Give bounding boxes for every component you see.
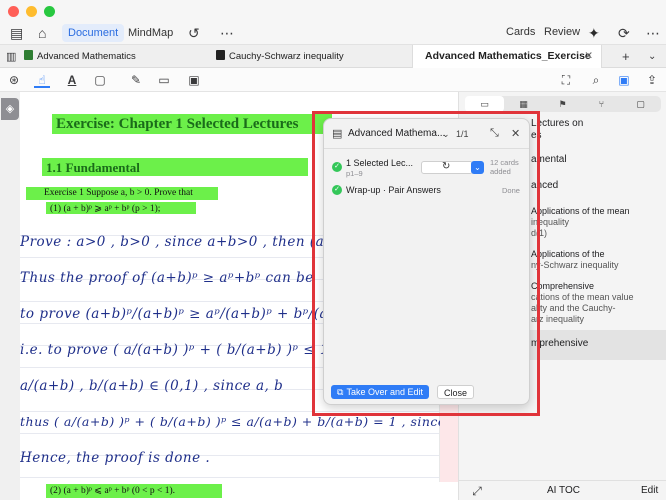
rectangle-select-icon[interactable]: ▢ bbox=[92, 72, 108, 88]
toc-tab-icon[interactable]: ▭ bbox=[465, 96, 504, 112]
split-view-icon[interactable]: ▥ bbox=[6, 48, 16, 66]
toc-item[interactable]: anced bbox=[531, 180, 558, 191]
tab-bar: ▥ Advanced Mathematics Cauchy-Schwarz in… bbox=[0, 44, 666, 68]
toc-item[interactable]: Lectures on bbox=[531, 118, 583, 129]
ai-toc-button[interactable]: AI TOC bbox=[547, 485, 580, 496]
card-generation-panel: ▤ Advanced Mathema... ⌄ 1/1 ⤡ ✕ ✓ 1 Sele… bbox=[323, 118, 530, 405]
document-icon: ▤ bbox=[332, 128, 343, 140]
exercise-1-text: Exercise 1 Suppose a, b > 0. Prove that bbox=[44, 188, 193, 198]
grid-tab-icon[interactable]: ▦ bbox=[504, 96, 543, 112]
close-button[interactable]: Close bbox=[437, 385, 475, 399]
refresh-icon: ↻ bbox=[442, 161, 451, 172]
toc-item-sub: es bbox=[531, 130, 542, 141]
task-pages: p1–9 bbox=[346, 169, 363, 178]
refresh-button[interactable]: ↻ bbox=[421, 161, 473, 174]
more-icon[interactable]: ⋯ bbox=[220, 24, 234, 42]
tab-advanced-mathematics-exercise[interactable]: Advanced Mathematics_Exercise ✕ bbox=[412, 45, 602, 68]
textbox-icon[interactable]: ▭ bbox=[156, 72, 172, 88]
sidebar-segmented-control: ▭ ▦ ⚑ ⑂ ▢ bbox=[465, 96, 661, 112]
handwriting-line: Hence, the proof is done . bbox=[20, 450, 211, 466]
handwriting-line: a/(a+b) , b/(a+b) ∈ (0,1) , since a, b bbox=[20, 378, 284, 394]
handwriting-line: thus ( a/(a+b) )ᵖ + ( b/(a+b) )ᵖ ≤ a/(a+… bbox=[20, 414, 458, 429]
task-row[interactable]: ✓ Wrap-up · Pair Answers Done bbox=[324, 185, 529, 201]
task-row[interactable]: ✓ 1 Selected Lec... p1–9 ↻ ⌄ 12 cards ad… bbox=[324, 157, 529, 181]
handwriting-line: Thus the proof of (a+b)ᵖ ≥ aᵖ+bᵖ can be bbox=[20, 270, 314, 286]
toc-item[interactable]: mprehensive bbox=[531, 338, 588, 349]
sync-icon[interactable]: ⟳ bbox=[618, 24, 630, 42]
left-strip: ◈ bbox=[0, 92, 20, 500]
chevron-down-icon[interactable]: ⌄ bbox=[442, 129, 450, 140]
done-status: Done bbox=[502, 186, 520, 195]
chevron-down-icon[interactable]: ⌄ bbox=[471, 161, 484, 174]
comment-tab-icon[interactable]: ▢ bbox=[621, 96, 660, 112]
close-icon[interactable]: ✕ bbox=[511, 127, 520, 140]
text-tool-icon[interactable]: A bbox=[64, 72, 80, 88]
document-icon bbox=[216, 50, 225, 60]
tab-document[interactable]: Document bbox=[62, 24, 125, 42]
home-icon[interactable]: ⌂ bbox=[38, 24, 46, 42]
section-title: 1.1 Fundamental bbox=[46, 160, 140, 175]
exercise-title: Exercise: Chapter 1 Selected Lectures bbox=[56, 116, 299, 132]
tab-cauchy-schwarz[interactable]: Cauchy-Schwarz inequality bbox=[216, 45, 408, 68]
fullscreen-icon[interactable]: ⛶ bbox=[558, 72, 574, 88]
sparkle-icon[interactable]: ✦ bbox=[588, 24, 600, 42]
chevron-down-icon[interactable]: ⌄ bbox=[648, 48, 656, 66]
toc-item[interactable]: Applications of the mean bbox=[531, 206, 630, 217]
book-icon bbox=[24, 50, 33, 60]
close-tab-icon[interactable]: ✕ bbox=[584, 45, 593, 68]
share-icon[interactable]: ⇪ bbox=[644, 72, 660, 88]
toc-item-sub: ality and the Cauchy- bbox=[531, 303, 616, 313]
check-icon: ✓ bbox=[332, 162, 342, 172]
sidebar-footer: ⤢ AI TOC Edit bbox=[459, 480, 666, 500]
annotation-toolbar: ⊛ ☝ A ▢ ✎ ▭ ▣ ⛶ ⌕ ▣ ⇪ bbox=[0, 68, 666, 92]
exercise-1-part-2: (2) (a + b)ᵖ ⩽ aᵖ + bᵖ (0 < p < 1). bbox=[50, 486, 176, 496]
close-window-button[interactable] bbox=[8, 6, 19, 17]
tab-mindmap[interactable]: MindMap bbox=[122, 24, 179, 42]
hand-pointer-icon[interactable]: ☝ bbox=[34, 72, 50, 88]
edit-button[interactable]: Edit bbox=[641, 485, 658, 496]
more-icon[interactable]: ⋯ bbox=[646, 24, 660, 42]
layers-icon[interactable]: ◈ bbox=[1, 98, 19, 120]
bookmark-tab-icon[interactable]: ⚑ bbox=[543, 96, 582, 112]
edit-icon: ⧉ bbox=[337, 387, 344, 397]
page-indicator: 1/1 bbox=[456, 129, 469, 139]
title-bar: ▤ ⌂ Document MindMap ↺ ⋯ Cards Review ✦ … bbox=[0, 0, 666, 44]
exercise-1-part-1: (1) (a + b)ᵖ ⩾ aᵖ + bᵖ (p > 1); bbox=[50, 204, 161, 214]
bookmark-panel-icon[interactable]: ▣ bbox=[616, 72, 632, 88]
cards-added-status: 12 cards added bbox=[490, 158, 519, 176]
handwriting-line: to prove (a+b)ᵖ/(a+b)ᵖ ≥ aᵖ/(a+b)ᵖ + bᵖ/… bbox=[20, 306, 361, 322]
minimize-window-button[interactable] bbox=[26, 6, 37, 17]
image-icon[interactable]: ▣ bbox=[186, 72, 202, 88]
expand-icon[interactable]: ⤢ bbox=[469, 483, 485, 499]
take-over-and-edit-button[interactable]: ⧉ Take Over and Edit bbox=[331, 385, 429, 399]
toc-item-sub: cations of the mean value bbox=[531, 292, 634, 302]
collapse-icon[interactable]: ⤡ bbox=[490, 127, 499, 140]
toc-item[interactable]: Applications of the bbox=[531, 249, 605, 260]
handwriting-line: i.e. to prove ( a/(a+b) )ᵖ + ( b/(a+b) )… bbox=[20, 342, 329, 358]
toc-item[interactable]: Comprehensive bbox=[531, 281, 594, 292]
task-title: 1 Selected Lec... bbox=[346, 158, 414, 168]
mindmap-tab-icon[interactable]: ⑂ bbox=[582, 96, 621, 112]
panel-title[interactable]: Advanced Mathema... bbox=[348, 128, 445, 139]
task-title: Wrap-up · Pair Answers bbox=[346, 185, 441, 195]
undo-icon[interactable]: ↺ bbox=[188, 24, 200, 42]
toc-item-sub: d(1) bbox=[531, 228, 548, 238]
toc-item[interactable]: amental bbox=[531, 154, 567, 165]
handwriting-line: Prove : a>0 , b>0 , since a+b>0 , then (… bbox=[20, 234, 325, 250]
toc-item-sub: arz inequality bbox=[531, 314, 585, 324]
pen-icon[interactable]: ✎ bbox=[128, 72, 144, 88]
add-tab-icon[interactable]: + bbox=[622, 48, 630, 66]
review-button[interactable]: Review bbox=[544, 26, 580, 38]
panel-header: ▤ Advanced Mathema... ⌄ 1/1 ⤡ ✕ bbox=[324, 119, 529, 149]
sidebar-toggle-icon[interactable]: ▤ bbox=[10, 24, 23, 42]
rotate-view-icon[interactable]: ⊛ bbox=[6, 72, 22, 88]
tab-advanced-mathematics[interactable]: Advanced Mathematics bbox=[24, 45, 212, 68]
toc-item-sub: inequality bbox=[531, 217, 570, 227]
check-icon: ✓ bbox=[332, 185, 342, 195]
zoom-window-button[interactable] bbox=[44, 6, 55, 17]
search-document-icon[interactable]: ⌕ bbox=[588, 72, 604, 88]
cards-button[interactable]: Cards bbox=[506, 26, 535, 38]
toc-item-sub: ny-Schwarz inequality bbox=[531, 260, 619, 270]
